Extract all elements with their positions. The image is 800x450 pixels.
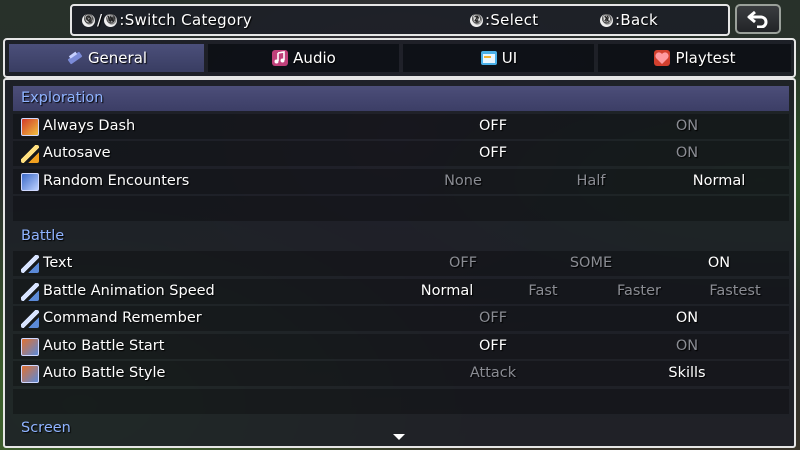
option-row[interactable]: Battle Animation Speed Normal Fast Faster Fa… bbox=[13, 278, 789, 304]
option-label: Auto Battle Start bbox=[43, 337, 165, 354]
option-row[interactable]: Random Encounters None Half Normal bbox=[13, 168, 789, 194]
option-value[interactable]: Normal bbox=[421, 283, 473, 299]
w-button-icon: Ⓦ bbox=[104, 13, 118, 27]
option-label: Text bbox=[43, 255, 73, 271]
encounter-icon bbox=[21, 172, 39, 191]
option-row[interactable]: Auto Battle Start OFF ON bbox=[13, 333, 789, 359]
spacer-row bbox=[13, 388, 789, 414]
select-label: :Select bbox=[485, 11, 539, 29]
return-arrow-icon bbox=[747, 10, 768, 28]
sword-icon bbox=[21, 282, 39, 301]
option-label: Auto Battle Style bbox=[43, 365, 166, 381]
option-value[interactable]: OFF bbox=[479, 118, 507, 134]
option-value[interactable]: Faster bbox=[617, 283, 661, 299]
option-value[interactable]: ON bbox=[676, 145, 698, 161]
option-value[interactable]: ON bbox=[676, 338, 698, 354]
quill-icon bbox=[21, 145, 39, 163]
back-label: :Back bbox=[615, 11, 658, 29]
option-label: Autosave bbox=[43, 145, 111, 161]
tab-general-label: General bbox=[87, 49, 148, 67]
tab-ui[interactable]: UI bbox=[403, 44, 594, 72]
option-value[interactable]: Attack bbox=[470, 365, 516, 381]
option-value[interactable]: Half bbox=[577, 173, 606, 189]
tab-general[interactable]: General bbox=[9, 44, 204, 72]
scroll-down-icon[interactable] bbox=[393, 434, 405, 440]
options-list: Exploration Always Dash OFF ON Autosave OFF ON… bbox=[3, 78, 796, 448]
tab-playtest[interactable]: Playtest bbox=[598, 44, 791, 72]
option-row[interactable]: Always Dash OFF ON bbox=[13, 113, 789, 139]
window-icon bbox=[480, 51, 497, 65]
gear-icon bbox=[67, 51, 82, 65]
tab-ui-label: UI bbox=[501, 49, 518, 67]
option-value[interactable]: Normal bbox=[693, 173, 745, 189]
category-tabs: General Audio UI Playtest bbox=[3, 38, 796, 78]
category-header-exploration[interactable]: Exploration bbox=[13, 86, 789, 111]
x-button-icon: Ⓧ bbox=[600, 13, 613, 27]
back-button[interactable] bbox=[735, 4, 781, 34]
option-value[interactable]: Fast bbox=[528, 283, 557, 299]
option-value[interactable]: ON bbox=[708, 255, 730, 271]
option-value[interactable]: OFF bbox=[479, 145, 507, 161]
category-label: Battle bbox=[21, 227, 65, 244]
slash-separator: / bbox=[97, 11, 103, 29]
z-button-icon: Ⓩ bbox=[470, 13, 483, 27]
option-label: Random Encounters bbox=[43, 172, 190, 189]
switch-category-label: :Switch Category bbox=[119, 11, 253, 29]
option-row[interactable]: Command Remember OFF ON bbox=[13, 306, 789, 331]
switch-category-hint: Ⓠ / Ⓦ :Switch Category bbox=[82, 11, 252, 29]
heart-icon bbox=[654, 50, 671, 66]
category-header-battle[interactable]: Battle bbox=[13, 224, 789, 249]
option-value[interactable]: OFF bbox=[449, 255, 477, 271]
sword-icon bbox=[21, 255, 39, 273]
option-row[interactable]: Auto Battle Style Attack Skills bbox=[13, 361, 789, 386]
option-value[interactable]: ON bbox=[676, 310, 698, 326]
auto-battle-icon bbox=[21, 337, 39, 356]
option-row[interactable]: Autosave OFF ON bbox=[13, 141, 789, 166]
option-label: Command Remember bbox=[43, 310, 202, 326]
music-note-icon bbox=[272, 50, 289, 66]
option-value[interactable]: ON bbox=[676, 118, 698, 134]
back-hint: Ⓧ :Back bbox=[600, 11, 658, 29]
tab-audio[interactable]: Audio bbox=[208, 44, 399, 72]
boots-icon bbox=[21, 117, 39, 136]
option-label: Battle Animation Speed bbox=[43, 282, 215, 299]
q-button-icon: Ⓠ bbox=[82, 13, 95, 27]
tab-audio-label: Audio bbox=[293, 49, 336, 67]
sword-icon bbox=[21, 310, 39, 328]
category-label: Screen bbox=[21, 420, 71, 436]
option-value[interactable]: Fastest bbox=[709, 283, 760, 299]
select-hint: Ⓩ :Select bbox=[470, 11, 538, 29]
auto-battle-icon bbox=[21, 365, 39, 383]
option-value[interactable]: SOME bbox=[570, 255, 612, 271]
option-value[interactable]: Skills bbox=[668, 365, 705, 381]
tab-playtest-label: Playtest bbox=[675, 49, 736, 67]
category-label: Exploration bbox=[21, 90, 104, 106]
help-bar: Ⓠ / Ⓦ :Switch Category Ⓩ :Select Ⓧ :Back bbox=[70, 4, 730, 36]
spacer-row bbox=[13, 196, 789, 221]
option-label: Always Dash bbox=[43, 117, 136, 134]
option-value[interactable]: None bbox=[444, 173, 482, 189]
option-value[interactable]: OFF bbox=[479, 338, 507, 354]
option-row[interactable]: Text OFF SOME ON bbox=[13, 251, 789, 276]
option-value[interactable]: OFF bbox=[479, 310, 507, 326]
